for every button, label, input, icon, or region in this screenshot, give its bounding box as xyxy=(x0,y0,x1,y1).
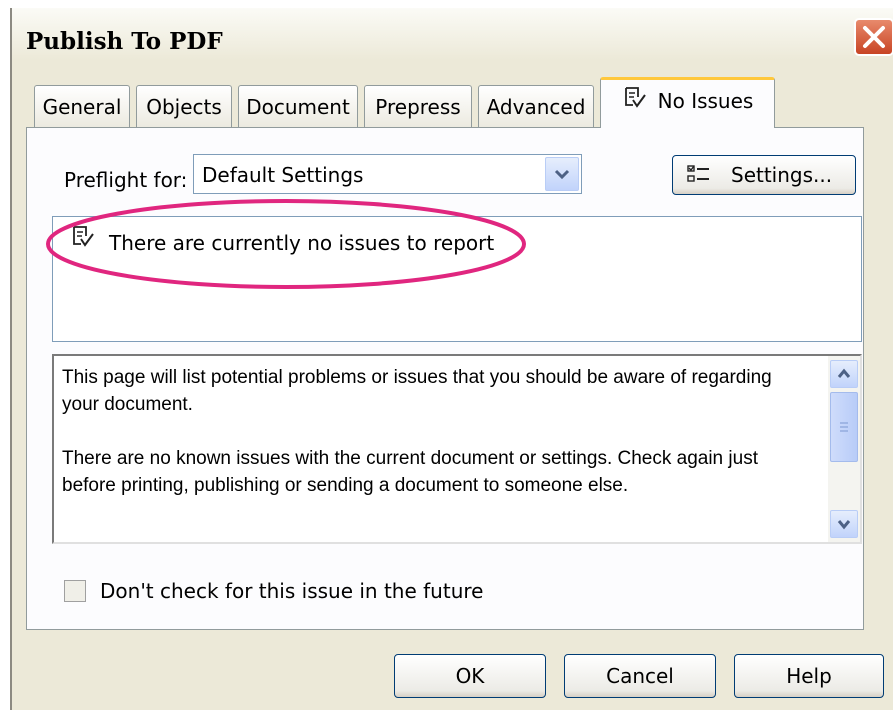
ok-button[interactable]: OK xyxy=(394,654,546,698)
description-box[interactable]: This page will list potential problems o… xyxy=(52,354,862,544)
tab-prepress[interactable]: Prepress xyxy=(364,85,472,127)
tab-label: Objects xyxy=(146,95,222,119)
tab-label: Advanced xyxy=(486,95,586,119)
close-button[interactable] xyxy=(854,18,893,56)
dont-check-label[interactable]: Don't check for this issue in the future xyxy=(100,579,483,603)
help-button-label: Help xyxy=(786,664,832,688)
preflight-check-icon xyxy=(622,82,648,124)
settings-button-label: Settings... xyxy=(731,163,833,187)
cancel-button-label: Cancel xyxy=(606,664,674,688)
tab-objects[interactable]: Objects xyxy=(136,85,232,127)
no-issues-message: There are currently no issues to report xyxy=(109,231,495,255)
description-paragraph-1: This page will list potential problems o… xyxy=(62,367,772,415)
tab-label: General xyxy=(42,95,122,119)
dont-check-checkbox[interactable] xyxy=(64,580,86,602)
scroll-thumb[interactable] xyxy=(830,392,858,462)
vertical-scrollbar[interactable] xyxy=(828,356,860,542)
ok-button-label: OK xyxy=(455,664,485,688)
help-button[interactable]: Help xyxy=(734,654,884,698)
preflight-label: Preflight for: xyxy=(64,168,188,192)
checklist-icon xyxy=(687,164,711,191)
tab-document[interactable]: Document xyxy=(238,85,358,127)
preflight-select[interactable]: Default Settings xyxy=(193,154,582,194)
preflight-select-value: Default Settings xyxy=(202,163,364,187)
scroll-up-button[interactable] xyxy=(830,360,858,388)
dropdown-button[interactable] xyxy=(545,157,579,191)
title-bar[interactable]: Publish To PDF xyxy=(12,8,893,60)
description-paragraph-2: There are no known issues with the curre… xyxy=(62,448,758,496)
preflight-check-icon xyxy=(70,225,96,253)
issues-list[interactable]: There are currently no issues to report xyxy=(52,216,862,342)
scroll-down-button[interactable] xyxy=(830,510,858,538)
close-icon xyxy=(863,26,885,48)
cancel-button[interactable]: Cancel xyxy=(564,654,716,698)
tab-no-issues[interactable]: No Issues xyxy=(600,77,775,128)
chevron-up-icon xyxy=(837,368,851,378)
chevron-down-icon xyxy=(837,520,851,530)
tab-label: No Issues xyxy=(657,89,754,113)
chevron-down-icon xyxy=(554,169,570,180)
grip-icon xyxy=(840,422,848,432)
tab-advanced[interactable]: Advanced xyxy=(478,85,594,127)
tab-label: Document xyxy=(246,95,350,119)
dialog-title: Publish To PDF xyxy=(26,28,223,55)
tab-general[interactable]: General xyxy=(34,85,130,127)
tab-label: Prepress xyxy=(375,95,461,119)
settings-button[interactable]: Settings... xyxy=(672,155,856,195)
